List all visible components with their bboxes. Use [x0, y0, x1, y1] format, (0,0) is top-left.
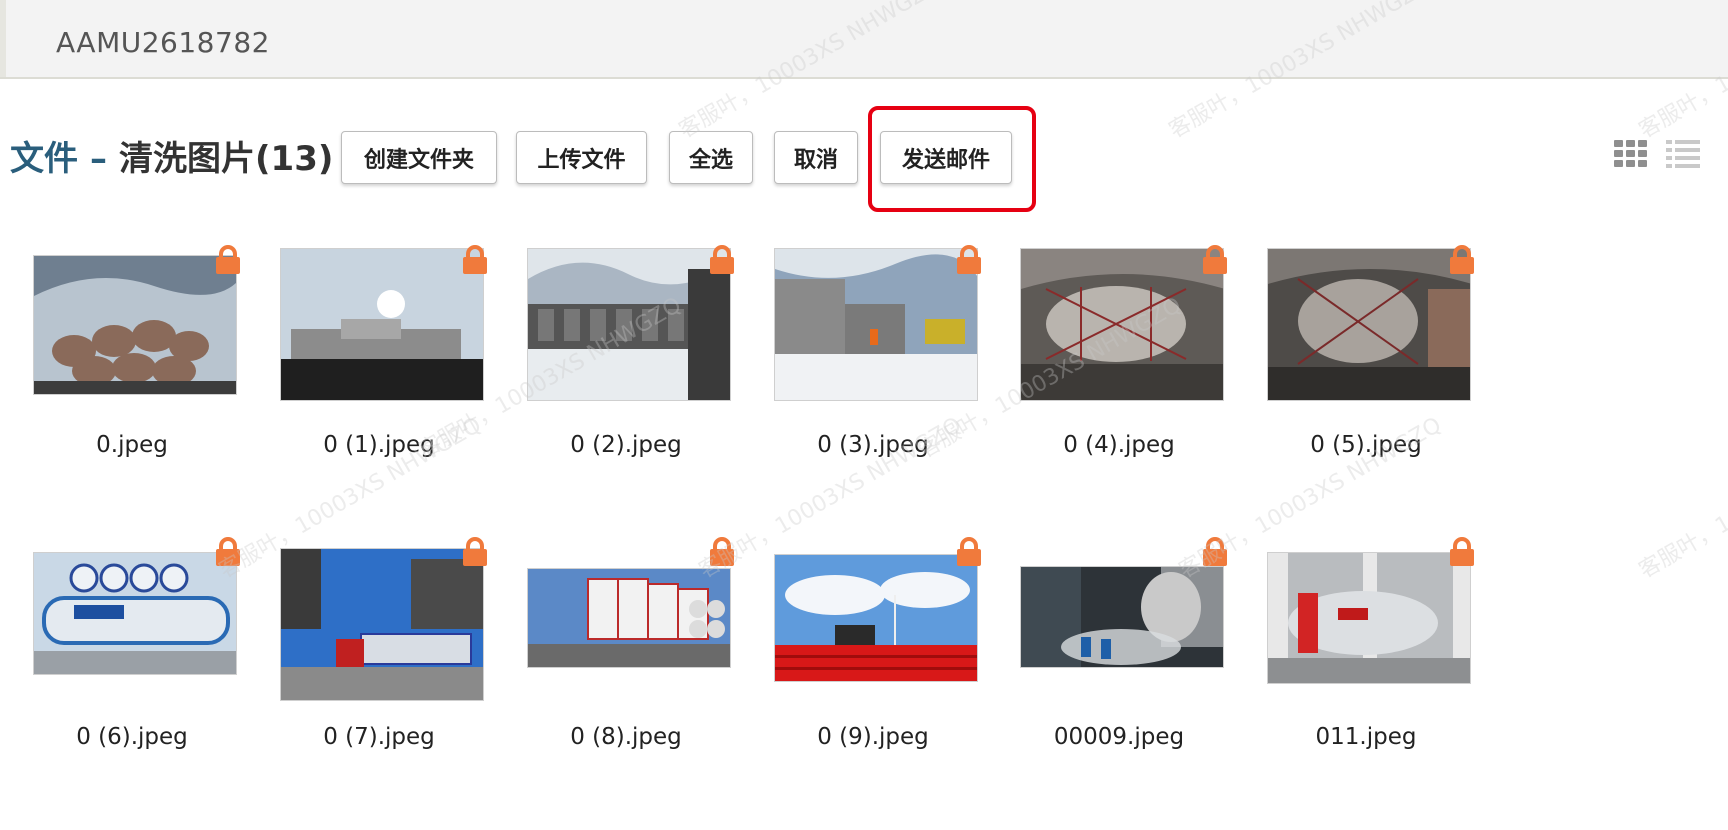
file-name: 0 (4).jpeg — [1063, 432, 1175, 458]
container-id: AAMU2618782 — [56, 26, 270, 59]
file-name: 0 (2).jpeg — [570, 432, 682, 458]
file-tile[interactable]: 00009.jpeg — [1020, 532, 1242, 782]
title-folder: 清洗图片(13) — [119, 139, 334, 179]
file-thumbnail[interactable] — [280, 248, 484, 401]
file-tile[interactable]: 0 (6).jpeg — [33, 532, 255, 782]
list-view-icon[interactable] — [1666, 140, 1700, 168]
file-thumbnail[interactable] — [774, 554, 978, 682]
file-thumbnail[interactable] — [774, 248, 978, 401]
lock-icon — [462, 245, 488, 275]
cancel-button[interactable]: 取消 — [774, 131, 858, 184]
title-files: 文件 — [10, 139, 78, 179]
lock-icon — [1449, 245, 1475, 275]
file-thumbnail[interactable] — [1020, 566, 1224, 668]
file-name: 0 (7).jpeg — [323, 724, 435, 750]
file-tile[interactable]: 0.jpeg — [33, 240, 255, 490]
lock-icon — [1202, 245, 1228, 275]
file-thumbnail[interactable] — [1267, 248, 1471, 401]
watermark-text: 客服叶，10003XS NHWGZQ — [1634, 413, 1728, 584]
file-name: 011.jpeg — [1315, 724, 1417, 750]
file-tile[interactable]: 0 (1).jpeg — [280, 240, 502, 490]
create-folder-button[interactable]: 创建文件夹 — [341, 131, 497, 184]
lock-icon — [215, 245, 241, 275]
file-thumbnail[interactable] — [527, 568, 731, 668]
upload-file-button[interactable]: 上传文件 — [516, 131, 647, 184]
lock-icon — [1449, 537, 1475, 567]
lock-icon — [709, 245, 735, 275]
grid-view-icon[interactable] — [1614, 140, 1648, 168]
file-tile[interactable]: 011.jpeg — [1267, 532, 1489, 782]
file-thumbnail[interactable] — [33, 255, 237, 395]
send-email-highlight — [868, 106, 1036, 212]
container-header: AAMU2618782 — [0, 0, 1728, 79]
file-thumbnail[interactable] — [1267, 552, 1471, 684]
file-tile[interactable]: 0 (7).jpeg — [280, 532, 502, 782]
file-name: 0 (9).jpeg — [817, 724, 929, 750]
file-tile[interactable]: 0 (4).jpeg — [1020, 240, 1242, 490]
file-name: 0 (6).jpeg — [76, 724, 188, 750]
file-name: 0 (5).jpeg — [1310, 432, 1422, 458]
lock-icon — [215, 537, 241, 567]
file-thumbnail[interactable] — [527, 248, 731, 401]
file-name: 00009.jpeg — [1053, 724, 1185, 750]
page-title: 文件 – 清洗图片(13) — [10, 131, 333, 180]
lock-icon — [956, 245, 982, 275]
file-thumbnail[interactable] — [1020, 248, 1224, 401]
file-tile[interactable]: 0 (8).jpeg — [527, 532, 749, 782]
file-tile[interactable]: 0 (9).jpeg — [774, 532, 996, 782]
file-tile[interactable]: 0 (3).jpeg — [774, 240, 996, 490]
lock-icon — [462, 537, 488, 567]
file-name: 0 (1).jpeg — [323, 432, 435, 458]
lock-icon — [1202, 537, 1228, 567]
file-name: 0 (3).jpeg — [817, 432, 929, 458]
select-all-button[interactable]: 全选 — [669, 131, 753, 184]
file-name: 0.jpeg — [96, 432, 168, 458]
file-tile[interactable]: 0 (5).jpeg — [1267, 240, 1489, 490]
file-thumbnail[interactable] — [280, 548, 484, 701]
title-dash: – — [90, 139, 107, 179]
lock-icon — [956, 537, 982, 567]
file-thumbnail[interactable] — [33, 552, 237, 675]
file-name: 0 (8).jpeg — [570, 724, 682, 750]
file-tile[interactable]: 0 (2).jpeg — [527, 240, 749, 490]
lock-icon — [709, 537, 735, 567]
